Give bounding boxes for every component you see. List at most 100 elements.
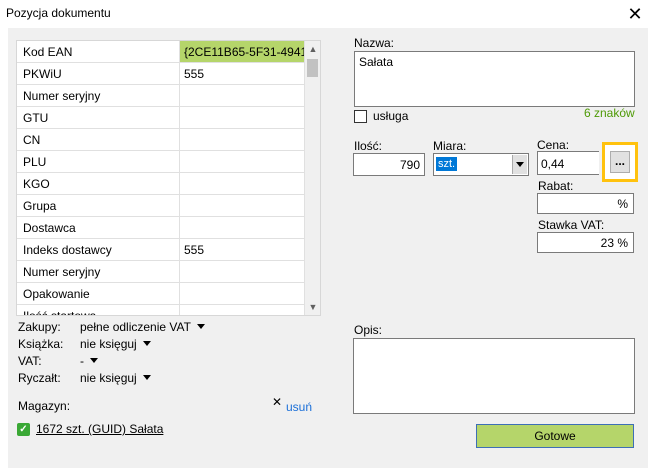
scroll-thumb[interactable] — [307, 59, 318, 77]
usluga-checkbox[interactable] — [354, 109, 367, 123]
setting-ksiazka: Książka: nie księguj — [18, 335, 151, 352]
property-value[interactable] — [180, 283, 305, 304]
setting-vat-label: VAT: — [18, 353, 42, 368]
rabat-label: Rabat: — [538, 179, 574, 193]
property-value[interactable] — [180, 261, 305, 282]
checkmark-icon: ✓ — [17, 422, 30, 436]
property-value[interactable] — [180, 151, 305, 172]
window-title: Pozycja dokumentu — [6, 6, 111, 20]
property-key: PKWiU — [17, 63, 180, 84]
property-value[interactable] — [180, 107, 305, 128]
property-key: Grupa — [17, 195, 180, 216]
zakupy-dropdown[interactable]: pełne odliczenie VAT — [80, 320, 205, 334]
property-key: Numer seryjny — [17, 85, 180, 106]
dropdown-arrow-icon — [90, 358, 98, 363]
setting-ksiazka-label: Książka: — [18, 336, 64, 351]
stock-link[interactable]: 1672 szt. (GUID) Sałata — [36, 422, 163, 436]
property-key: CN — [17, 129, 180, 150]
vat-label: Stawka VAT: — [538, 218, 605, 232]
dropdown-arrow-icon — [142, 341, 151, 346]
property-row[interactable]: Ilość startowa — [17, 305, 305, 315]
opis-field[interactable] — [353, 338, 635, 414]
property-value[interactable] — [180, 173, 305, 194]
dropdown-arrow-icon — [142, 375, 151, 380]
vat-rate-field[interactable]: 23 % — [537, 232, 634, 253]
property-key: Numer seryjny — [17, 261, 180, 282]
property-row[interactable]: PLU — [17, 151, 305, 173]
ryczalt-value: nie księguj — [80, 370, 137, 385]
property-row[interactable]: KGO — [17, 173, 305, 195]
setting-zakupy-label: Zakupy: — [18, 319, 61, 334]
miara-value: szt. — [436, 157, 458, 171]
property-value[interactable] — [180, 85, 305, 106]
dialog-window: Pozycja dokumentu ✕ Kod EAN {2CE11B65-5F3… — [0, 0, 655, 474]
property-value[interactable] — [180, 217, 305, 238]
property-row[interactable]: GTU — [17, 107, 305, 129]
property-rows: Kod EAN{2CE11B65-5F31-4941-EPKWiU555Nume… — [17, 41, 305, 315]
scroll-down-arrow-icon[interactable]: ▼ — [305, 299, 320, 315]
ksiazka-value: nie księguj — [80, 336, 137, 351]
rabat-field[interactable]: % — [537, 193, 634, 214]
property-key: Dostawca — [17, 217, 180, 238]
char-count: 6 znaków — [584, 106, 635, 120]
property-row[interactable]: Kod EAN{2CE11B65-5F31-4941-E — [17, 41, 305, 63]
magazyn-label: Magazyn: — [18, 399, 71, 413]
nazwa-field[interactable]: Sałata — [354, 51, 635, 107]
dialog-content: Kod EAN{2CE11B65-5F31-4941-EPKWiU555Nume… — [8, 28, 648, 468]
cena-field[interactable]: 0,44 — [537, 151, 599, 175]
property-key: PLU — [17, 151, 180, 172]
ryczalt-dropdown[interactable]: nie księguj — [80, 371, 151, 385]
property-row[interactable]: PKWiU 555 — [17, 63, 305, 85]
property-row[interactable]: CN — [17, 129, 305, 151]
setting-ryczalt-label: Ryczałt: — [18, 370, 61, 385]
cena-label: Cena: — [537, 138, 570, 152]
property-key: Ilość startowa — [17, 305, 180, 315]
property-key: Opakowanie — [17, 283, 180, 304]
property-key: GTU — [17, 107, 180, 128]
close-icon[interactable]: ✕ — [623, 2, 647, 26]
nazwa-label: Nazwa: — [354, 36, 395, 50]
property-row[interactable]: Dostawca — [17, 217, 305, 239]
miara-dropdown-button[interactable] — [512, 155, 527, 174]
gotowe-button[interactable]: Gotowe — [476, 424, 634, 448]
stock-entry: ✓ 1672 szt. (GUID) Sałata — [17, 422, 163, 436]
cena-ellipsis-button[interactable]: ... — [610, 151, 630, 173]
remove-link[interactable]: usuń — [286, 400, 312, 414]
property-grid: Kod EAN{2CE11B65-5F31-4941-EPKWiU555Nume… — [16, 40, 321, 316]
setting-zakupy: Zakupy: pełne odliczenie VAT — [18, 318, 205, 335]
scroll-up-arrow-icon[interactable]: ▲ — [305, 41, 320, 57]
miara-label: Miara: — [433, 139, 467, 153]
chevron-down-icon — [516, 162, 524, 167]
grid-scrollbar[interactable]: ▲ ▼ — [304, 41, 320, 315]
property-value[interactable] — [180, 305, 305, 315]
ilosc-field[interactable]: 790 — [353, 153, 425, 176]
opis-label: Opis: — [354, 323, 383, 337]
property-key: Indeks dostawcy — [17, 239, 180, 260]
miara-select[interactable]: szt. — [433, 153, 529, 176]
vat-setting-value: - — [80, 353, 84, 368]
title-bar: Pozycja dokumentu ✕ — [0, 0, 655, 28]
property-row[interactable]: Indeks dostawcy 555 — [17, 239, 305, 261]
ilosc-label: Ilość: — [354, 139, 383, 153]
property-value[interactable] — [180, 195, 305, 216]
usluga-label: usługa — [373, 109, 409, 123]
remove-x-icon[interactable]: ✕ — [272, 395, 282, 409]
property-value[interactable]: 555 — [180, 63, 305, 84]
property-row[interactable]: Numer seryjny — [17, 261, 305, 283]
setting-vat: VAT: - — [18, 352, 98, 369]
property-row[interactable]: Opakowanie — [17, 283, 305, 305]
property-value[interactable] — [180, 129, 305, 150]
ksiazka-dropdown[interactable]: nie księguj — [80, 337, 151, 351]
zakupy-value: pełne odliczenie VAT — [80, 319, 191, 334]
property-value[interactable]: {2CE11B65-5F31-4941-E — [180, 41, 305, 62]
cena-button-highlight: ... — [602, 142, 638, 182]
vat-dropdown[interactable]: - — [80, 354, 98, 368]
dropdown-arrow-icon — [196, 324, 205, 329]
property-row[interactable]: Numer seryjny — [17, 85, 305, 107]
property-row[interactable]: Grupa — [17, 195, 305, 217]
usluga-checkbox-row[interactable]: usługa — [354, 109, 408, 123]
property-value[interactable]: 555 — [180, 239, 305, 260]
setting-ryczalt: Ryczałt: nie księguj — [18, 369, 151, 386]
property-key: Kod EAN — [17, 41, 180, 62]
property-key: KGO — [17, 173, 180, 194]
